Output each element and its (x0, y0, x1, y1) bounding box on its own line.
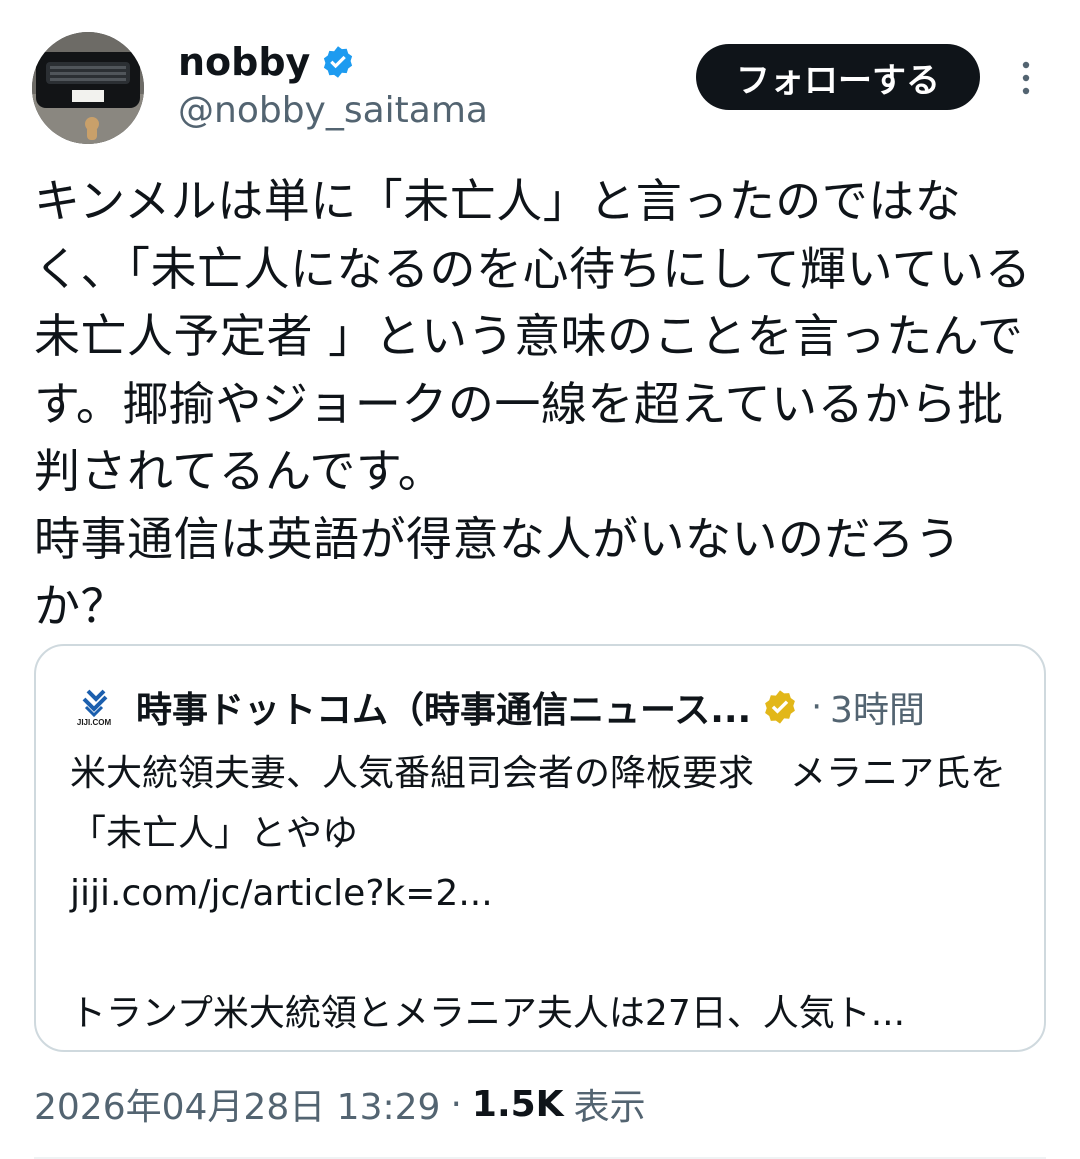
quoted-tweet-card[interactable]: JIJI.COM 時事ドットコム（時事通信ニュース... · 3時間 米大統領夫… (34, 644, 1046, 1052)
verified-badge-icon (324, 46, 353, 78)
gold-verified-badge-icon (765, 690, 796, 724)
display-name[interactable]: nobby (178, 38, 310, 86)
avatar[interactable] (32, 32, 144, 144)
tweet-header: nobby @nobby_saitama フォローする (0, 0, 1080, 160)
logo-text: JIJI.COM (77, 718, 112, 727)
quoted-time[interactable]: 3時間 (830, 681, 925, 733)
tweet-text: キンメルは単に「未亡人」と言ったのではなく、「未亡人になるのを心待ちにして輝いて… (34, 174, 1032, 633)
quoted-headline: 米大統領夫妻、人気番組司会者の降板要求 メラニア氏を「未亡人」とやゆ (70, 753, 1007, 854)
follow-button[interactable]: フォローする (696, 44, 980, 110)
quoted-tweet-body: 米大統領夫妻、人気番組司会者の降板要求 メラニア氏を「未亡人」とやゆ jiji.… (70, 744, 1020, 1044)
quoted-link[interactable]: jiji.com/jc/article?k=2... (70, 864, 1020, 924)
display-name-row[interactable]: nobby (178, 38, 356, 86)
meta-separator: · (450, 1083, 462, 1125)
separator-dot: · (811, 687, 823, 727)
quoted-excerpt: トランプ米大統領とメラニア夫人は27日、人気ト... (70, 993, 906, 1034)
tweet-meta: 2026年04月28日 13:29 · 1.5K 表示 (34, 1076, 646, 1132)
quoted-tweet-header: JIJI.COM 時事ドットコム（時事通信ニュース... · 3時間 (66, 682, 1016, 732)
quoted-account-name[interactable]: 時事ドットコム（時事通信ニュース... (136, 681, 751, 733)
jiji-logo-icon: JIJI.COM (77, 689, 112, 727)
timestamp[interactable]: 2026年04月28日 13:29 (34, 1078, 440, 1130)
avatar-image (32, 32, 144, 144)
user-handle[interactable]: @nobby_saitama (178, 88, 488, 134)
more-vertical-icon[interactable] (1006, 58, 1046, 98)
view-count: 1.5K (471, 1083, 564, 1125)
view-label: 表示 (573, 1087, 646, 1128)
